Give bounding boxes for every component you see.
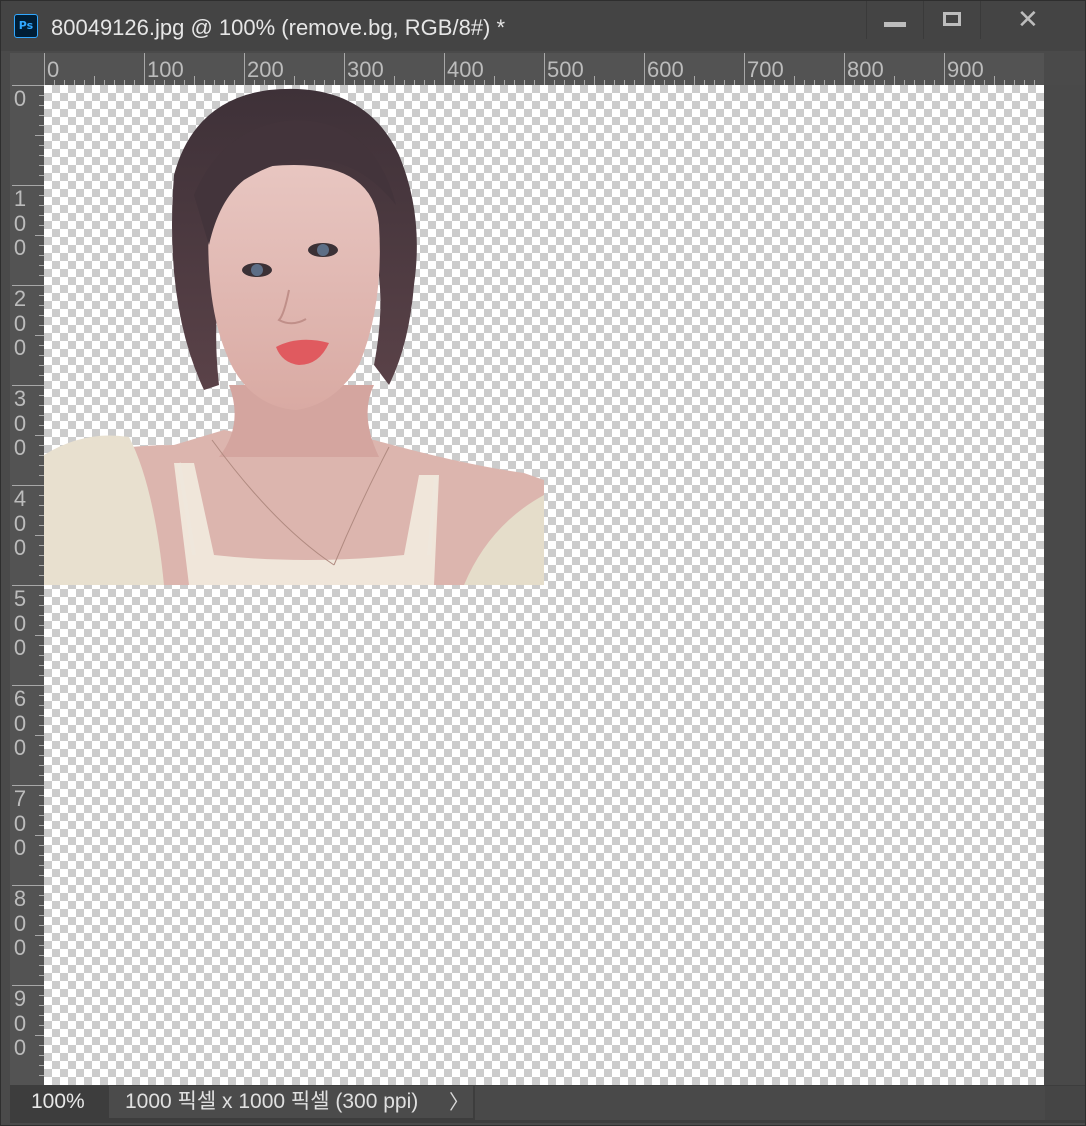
ruler-label: 900 (947, 57, 984, 82)
window-controls: ✕ (866, 1, 1085, 41)
horizontal-ruler-ticks (44, 53, 1035, 85)
title-bar[interactable]: Ps 80049126.jpg @ 100% (remove.bg, RGB/8… (1, 1, 1085, 51)
minimize-button[interactable] (866, 1, 923, 39)
maximize-button[interactable] (923, 1, 980, 39)
ruler-label: 700 (747, 57, 784, 82)
ruler-label: 400 (13, 486, 27, 560)
ruler-label: 100 (13, 186, 27, 260)
ruler-origin-corner[interactable] (10, 53, 44, 85)
ruler-label: 400 (447, 57, 484, 82)
ruler-label: 0 (13, 86, 27, 111)
ruler-label: 800 (847, 57, 884, 82)
ruler-label: 500 (13, 586, 27, 660)
document-info[interactable]: 1000 픽셀 x 1000 픽셀 (300 ppi) (109, 1086, 473, 1118)
horizontal-scrollbar[interactable] (475, 1086, 1045, 1120)
ruler-label: 600 (647, 57, 684, 82)
close-button[interactable]: ✕ (980, 1, 1085, 39)
ruler-label: 300 (13, 386, 27, 460)
ruler-label: 200 (13, 286, 27, 360)
vertical-scrollbar[interactable] (1044, 85, 1085, 1085)
ruler-label: 200 (247, 57, 284, 82)
zoom-level-field[interactable]: 100% (15, 1086, 107, 1118)
photoshop-app-icon: Ps (14, 14, 38, 38)
document-window: Ps 80049126.jpg @ 100% (remove.bg, RGB/8… (0, 0, 1086, 1126)
ruler-label: 900 (13, 986, 27, 1060)
close-icon: ✕ (1017, 5, 1039, 35)
ruler-label: 800 (13, 886, 27, 960)
ruler-label: 0 (47, 57, 60, 82)
ruler-label: 700 (13, 786, 27, 860)
layer-remove-bg-portrait (44, 88, 544, 585)
document-title: 80049126.jpg @ 100% (remove.bg, RGB/8#) … (51, 15, 506, 40)
scrollbar-corner (1045, 1086, 1085, 1120)
maximize-icon (943, 12, 961, 26)
ruler-label: 500 (547, 57, 584, 82)
chevron-right-icon[interactable]: 〉 (447, 1086, 471, 1118)
document-canvas[interactable] (44, 85, 1044, 1085)
ruler-label: 600 (13, 686, 27, 760)
ruler-label: 100 (147, 57, 184, 82)
minimize-icon (884, 22, 906, 27)
horizontal-ruler[interactable]: 0 100 200 300 400 500 600 700 800 900 (44, 53, 1044, 85)
vertical-ruler[interactable]: 0 100 200 300 400 500 600 700 800 900 (10, 85, 44, 1085)
ruler-label: 300 (347, 57, 384, 82)
